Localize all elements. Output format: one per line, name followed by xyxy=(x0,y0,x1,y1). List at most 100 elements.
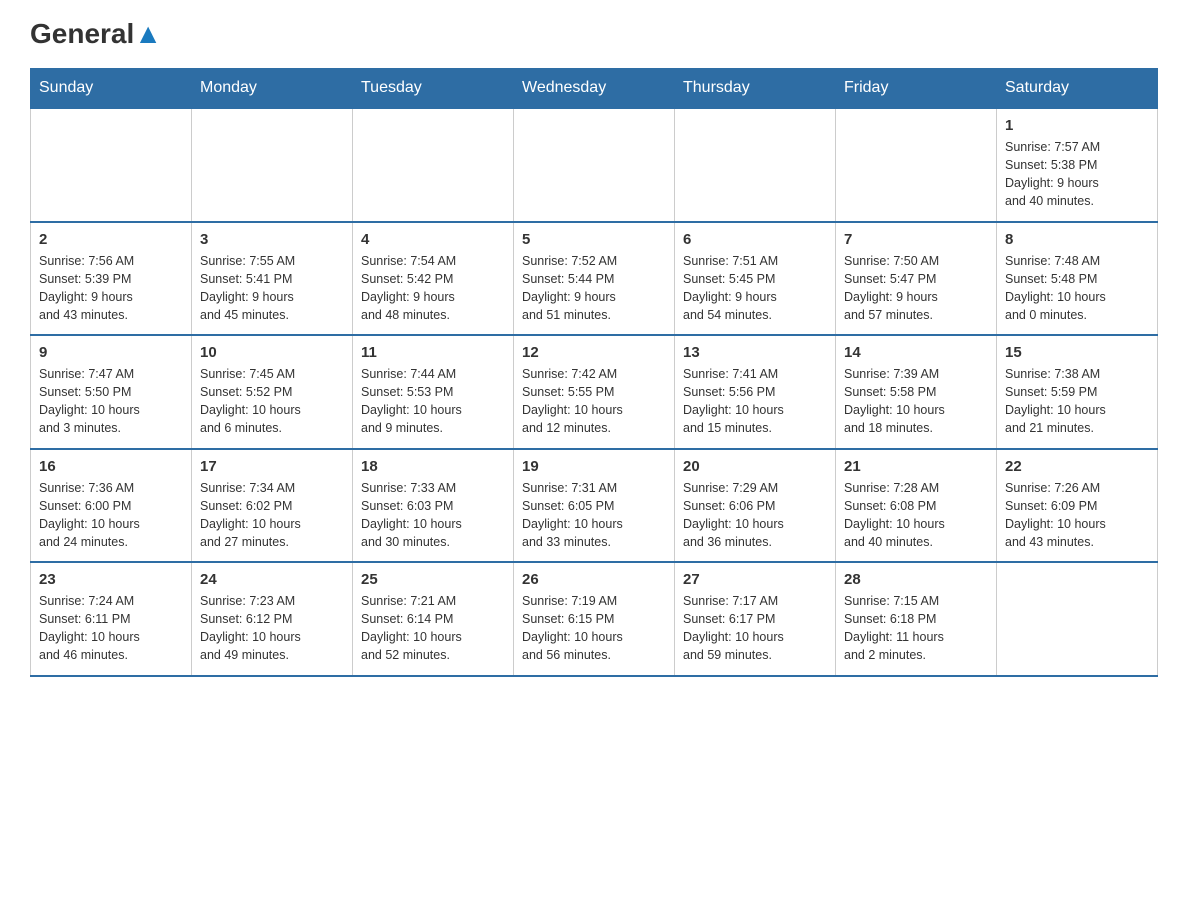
calendar-cell xyxy=(836,108,997,222)
calendar-cell: 2Sunrise: 7:56 AMSunset: 5:39 PMDaylight… xyxy=(31,222,192,336)
day-of-week-header: Thursday xyxy=(675,69,836,109)
calendar-cell: 12 Sunrise: 7:42 AMSunset: 5:55 PMDayligh… xyxy=(514,335,675,449)
day-info: Sunrise: 7:41 AMSunset: 5:56 PMDaylight:… xyxy=(683,365,827,438)
calendar-cell: 23 Sunrise: 7:24 AMSunset: 6:11 PMDayligh… xyxy=(31,562,192,676)
day-info: Sunrise: 7:54 AMSunset: 5:42 PMDaylight:… xyxy=(361,252,505,325)
day-number: 16 xyxy=(39,458,183,475)
calendar-week-row: 16 Sunrise: 7:36 AMSunset: 6:00 PMDayligh… xyxy=(31,449,1158,563)
calendar-cell xyxy=(997,562,1158,676)
day-number: 18 xyxy=(361,458,505,475)
day-info: Sunrise: 7:36 AMSunset: 6:00 PMDaylight:… xyxy=(39,479,183,552)
calendar-cell: 1Sunrise: 7:57 AMSunset: 5:38 PMDaylight… xyxy=(997,108,1158,222)
day-info: Sunrise: 7:15 AMSunset: 6:18 PMDaylight:… xyxy=(844,592,988,665)
day-info: Sunrise: 7:28 AMSunset: 6:08 PMDaylight:… xyxy=(844,479,988,552)
calendar-cell: 15 Sunrise: 7:38 AMSunset: 5:59 PMDayligh… xyxy=(997,335,1158,449)
day-number: 11 xyxy=(361,344,505,361)
day-info: Sunrise: 7:44 AMSunset: 5:53 PMDaylight:… xyxy=(361,365,505,438)
day-number: 25 xyxy=(361,571,505,588)
calendar-cell: 28 Sunrise: 7:15 AMSunset: 6:18 PMDayligh… xyxy=(836,562,997,676)
day-number: 14 xyxy=(844,344,988,361)
day-number: 26 xyxy=(522,571,666,588)
calendar-cell: 4 Sunrise: 7:54 AMSunset: 5:42 PMDaylight… xyxy=(353,222,514,336)
day-info: Sunrise: 7:26 AMSunset: 6:09 PMDaylight:… xyxy=(1005,479,1149,552)
calendar-cell: 26 Sunrise: 7:19 AMSunset: 6:15 PMDayligh… xyxy=(514,562,675,676)
day-info: Sunrise: 7:31 AMSunset: 6:05 PMDaylight:… xyxy=(522,479,666,552)
day-of-week-header: Saturday xyxy=(997,69,1158,109)
calendar-cell: 10Sunrise: 7:45 AMSunset: 5:52 PMDayligh… xyxy=(192,335,353,449)
day-info: Sunrise: 7:17 AMSunset: 6:17 PMDaylight:… xyxy=(683,592,827,665)
day-number: 4 xyxy=(361,231,505,248)
calendar-cell xyxy=(192,108,353,222)
day-number: 23 xyxy=(39,571,183,588)
day-number: 21 xyxy=(844,458,988,475)
calendar-cell: 11 Sunrise: 7:44 AMSunset: 5:53 PMDayligh… xyxy=(353,335,514,449)
day-info: Sunrise: 7:47 AMSunset: 5:50 PMDaylight:… xyxy=(39,365,183,438)
calendar-cell: 13Sunrise: 7:41 AMSunset: 5:56 PMDayligh… xyxy=(675,335,836,449)
day-of-week-header: Tuesday xyxy=(353,69,514,109)
calendar-cell: 20 Sunrise: 7:29 AMSunset: 6:06 PMDayligh… xyxy=(675,449,836,563)
day-number: 15 xyxy=(1005,344,1149,361)
day-of-week-header: Sunday xyxy=(31,69,192,109)
calendar-cell: 17 Sunrise: 7:34 AMSunset: 6:02 PMDayligh… xyxy=(192,449,353,563)
day-of-week-header: Wednesday xyxy=(514,69,675,109)
day-number: 10 xyxy=(200,344,344,361)
day-number: 2 xyxy=(39,231,183,248)
calendar-cell xyxy=(353,108,514,222)
day-info: Sunrise: 7:42 AMSunset: 5:55 PMDaylight:… xyxy=(522,365,666,438)
page-header: General▲ xyxy=(30,20,1158,48)
calendar-cell: 7 Sunrise: 7:50 AMSunset: 5:47 PMDaylight… xyxy=(836,222,997,336)
day-number: 6 xyxy=(683,231,827,248)
calendar-cell: 8Sunrise: 7:48 AMSunset: 5:48 PMDaylight… xyxy=(997,222,1158,336)
calendar-cell xyxy=(675,108,836,222)
day-info: Sunrise: 7:38 AMSunset: 5:59 PMDaylight:… xyxy=(1005,365,1149,438)
day-number: 12 xyxy=(522,344,666,361)
calendar-cell: 18 Sunrise: 7:33 AMSunset: 6:03 PMDayligh… xyxy=(353,449,514,563)
day-number: 7 xyxy=(844,231,988,248)
calendar-cell: 22 Sunrise: 7:26 AMSunset: 6:09 PMDayligh… xyxy=(997,449,1158,563)
day-info: Sunrise: 7:19 AMSunset: 6:15 PMDaylight:… xyxy=(522,592,666,665)
calendar-cell: 6 Sunrise: 7:51 AMSunset: 5:45 PMDaylight… xyxy=(675,222,836,336)
day-info: Sunrise: 7:52 AMSunset: 5:44 PMDaylight:… xyxy=(522,252,666,325)
day-info: Sunrise: 7:24 AMSunset: 6:11 PMDaylight:… xyxy=(39,592,183,665)
day-of-week-header: Monday xyxy=(192,69,353,109)
day-number: 28 xyxy=(844,571,988,588)
day-info: Sunrise: 7:34 AMSunset: 6:02 PMDaylight:… xyxy=(200,479,344,552)
day-number: 8 xyxy=(1005,231,1149,248)
day-info: Sunrise: 7:29 AMSunset: 6:06 PMDaylight:… xyxy=(683,479,827,552)
logo: General▲ xyxy=(30,20,162,48)
day-info: Sunrise: 7:39 AMSunset: 5:58 PMDaylight:… xyxy=(844,365,988,438)
calendar-cell xyxy=(514,108,675,222)
calendar-week-row: 9 Sunrise: 7:47 AMSunset: 5:50 PMDaylight… xyxy=(31,335,1158,449)
day-info: Sunrise: 7:51 AMSunset: 5:45 PMDaylight:… xyxy=(683,252,827,325)
calendar-table: SundayMondayTuesdayWednesdayThursdayFrid… xyxy=(30,68,1158,677)
calendar-header-row: SundayMondayTuesdayWednesdayThursdayFrid… xyxy=(31,69,1158,109)
day-number: 1 xyxy=(1005,117,1149,134)
day-info: Sunrise: 7:50 AMSunset: 5:47 PMDaylight:… xyxy=(844,252,988,325)
calendar-cell: 3Sunrise: 7:55 AMSunset: 5:41 PMDaylight… xyxy=(192,222,353,336)
day-number: 20 xyxy=(683,458,827,475)
calendar-cell: 21 Sunrise: 7:28 AMSunset: 6:08 PMDayligh… xyxy=(836,449,997,563)
day-number: 5 xyxy=(522,231,666,248)
day-number: 17 xyxy=(200,458,344,475)
calendar-cell: 5 Sunrise: 7:52 AMSunset: 5:44 PMDaylight… xyxy=(514,222,675,336)
logo-triangle-icon: ▲ xyxy=(134,18,162,49)
day-info: Sunrise: 7:55 AMSunset: 5:41 PMDaylight:… xyxy=(200,252,344,325)
calendar-cell xyxy=(31,108,192,222)
day-info: Sunrise: 7:23 AMSunset: 6:12 PMDaylight:… xyxy=(200,592,344,665)
calendar-week-row: 23 Sunrise: 7:24 AMSunset: 6:11 PMDayligh… xyxy=(31,562,1158,676)
day-number: 22 xyxy=(1005,458,1149,475)
calendar-cell: 27Sunrise: 7:17 AMSunset: 6:17 PMDayligh… xyxy=(675,562,836,676)
calendar-cell: 16 Sunrise: 7:36 AMSunset: 6:00 PMDayligh… xyxy=(31,449,192,563)
calendar-cell: 25 Sunrise: 7:21 AMSunset: 6:14 PMDayligh… xyxy=(353,562,514,676)
calendar-week-row: 1Sunrise: 7:57 AMSunset: 5:38 PMDaylight… xyxy=(31,108,1158,222)
calendar-cell: 14 Sunrise: 7:39 AMSunset: 5:58 PMDayligh… xyxy=(836,335,997,449)
calendar-cell: 24 Sunrise: 7:23 AMSunset: 6:12 PMDayligh… xyxy=(192,562,353,676)
day-number: 19 xyxy=(522,458,666,475)
day-info: Sunrise: 7:21 AMSunset: 6:14 PMDaylight:… xyxy=(361,592,505,665)
day-number: 24 xyxy=(200,571,344,588)
calendar-cell: 19 Sunrise: 7:31 AMSunset: 6:05 PMDayligh… xyxy=(514,449,675,563)
day-info: Sunrise: 7:33 AMSunset: 6:03 PMDaylight:… xyxy=(361,479,505,552)
day-number: 9 xyxy=(39,344,183,361)
calendar-cell: 9 Sunrise: 7:47 AMSunset: 5:50 PMDaylight… xyxy=(31,335,192,449)
calendar-week-row: 2Sunrise: 7:56 AMSunset: 5:39 PMDaylight… xyxy=(31,222,1158,336)
